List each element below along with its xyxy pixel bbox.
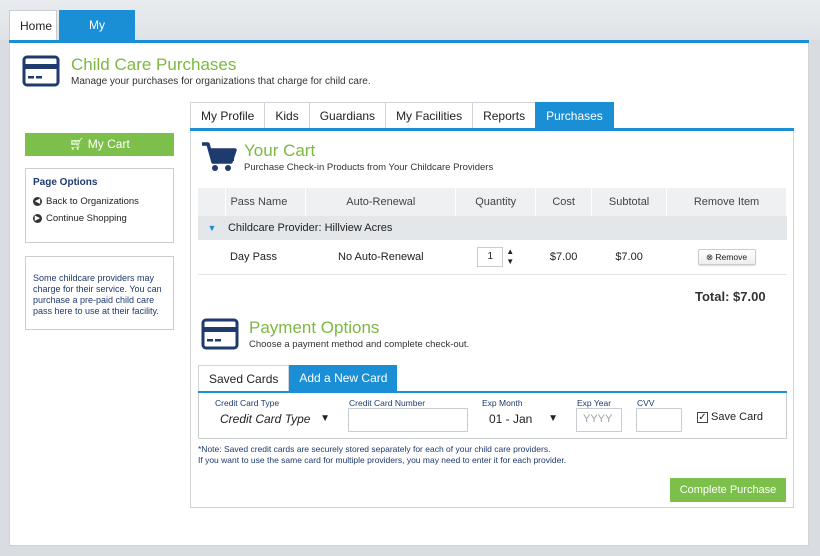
arrow-right-icon: ▶ (33, 214, 42, 223)
option-label: Back to Organizations (46, 196, 139, 207)
payment-subtitle: Choose a payment method and complete che… (249, 339, 470, 350)
cvv-input[interactable] (636, 408, 682, 432)
subtotal: $7.00 (591, 240, 667, 275)
cart-title: Your Cart (244, 141, 316, 160)
column-header: Quantity (455, 188, 537, 216)
column-header: Pass Name (225, 188, 307, 216)
payment-title: Payment Options (249, 318, 380, 337)
exp-month-select[interactable]: 01 - Jan ▼ (482, 408, 564, 432)
tab-my-account[interactable]: My Account (59, 10, 135, 62)
dropdown-arrow-icon: ▼ (320, 413, 330, 424)
info-box: Some childcare providers may charge for … (25, 256, 174, 330)
tab-add-new-card[interactable]: Add a New Card (289, 365, 398, 392)
card-type-value: Credit Card Type (220, 412, 311, 426)
exp-year-placeholder: YYYY (583, 413, 613, 425)
credit-card-icon (201, 318, 239, 350)
tab-kids[interactable]: Kids (264, 102, 309, 129)
quantity-stepper[interactable]: 1 ▲ ▼ (477, 246, 514, 267)
option-label: Continue Shopping (46, 213, 127, 224)
card-number-label: Credit Card Number (349, 398, 426, 408)
note-line-2: If you want to use the same card for mul… (198, 454, 567, 465)
tab-purchases[interactable]: Purchases (535, 102, 614, 129)
save-card-label: Save Card (711, 411, 763, 423)
top-navigation: Home My Account (0, 0, 820, 62)
cost: $7.00 (535, 240, 592, 275)
account-subtabs: My Profile Kids Guardians My Facilities … (190, 102, 614, 129)
exp-year-label: Exp Year (577, 398, 612, 408)
expand-caret-icon[interactable]: ▼ (198, 216, 226, 240)
header-spacer (198, 188, 227, 216)
provider-row[interactable]: ▼ Childcare Provider: Hillview Acres (198, 216, 787, 240)
exp-year-input[interactable]: YYYY (576, 408, 622, 432)
table-header-row: Pass Name Auto-Renewal Quantity Cost Sub… (198, 188, 787, 216)
payment-tabs: Saved Cards Add a New Card (198, 365, 398, 392)
auto-renewal: No Auto-Renewal (305, 240, 456, 275)
table-row: Day Pass No Auto-Renewal 1 ▲ ▼ $7.00 $7.0… (198, 240, 787, 275)
quantity-input[interactable]: 1 (477, 246, 504, 267)
dropdown-arrow-icon: ▼ (548, 413, 558, 424)
save-card-checkbox[interactable]: ✓ Save Card (697, 411, 763, 423)
arrow-left-icon: ◀ (33, 197, 42, 206)
pass-name: Day Pass (225, 240, 306, 275)
continue-shopping-link[interactable]: ▶ Continue Shopping (33, 213, 166, 224)
tab-home[interactable]: Home (9, 10, 57, 40)
remove-button[interactable]: ⊗ Remove (697, 248, 756, 265)
exp-month-value: 01 - Jan (489, 412, 533, 426)
tab-my-facilities[interactable]: My Facilities (385, 102, 473, 129)
remove-icon: ⊗ (705, 251, 716, 262)
card-number-input[interactable] (348, 408, 468, 432)
column-header: Remove Item (666, 188, 787, 216)
page-subtitle: Manage your purchases for organizations … (71, 76, 371, 87)
cart-icon: 🛒︎ (69, 137, 88, 151)
page-title: Child Care Purchases (71, 55, 237, 74)
row-spacer (198, 240, 226, 275)
cart-subtitle: Purchase Check-in Products from Your Chi… (244, 162, 494, 173)
remove-label: Remove (715, 251, 748, 262)
tab-guardians[interactable]: Guardians (308, 102, 386, 129)
my-cart-button[interactable]: 🛒︎ My Cart (25, 133, 174, 156)
column-header: Subtotal (591, 188, 668, 216)
cvv-label: CVV (637, 398, 655, 408)
provider-name: Childcare Provider: Hillview Acres (225, 216, 787, 240)
tab-my-profile[interactable]: My Profile (190, 102, 265, 129)
page-options-title: Page Options (33, 177, 98, 188)
exp-month-label: Exp Month (482, 398, 523, 408)
shopping-cart-icon (202, 142, 237, 171)
note-line-1: *Note: Saved credit cards are securely s… (198, 444, 551, 454)
complete-purchase-button[interactable]: Complete Purchase (670, 478, 786, 502)
saved-cards-note: *Note: Saved credit cards are securely s… (198, 444, 566, 465)
checkbox-checked-icon[interactable]: ✓ (697, 411, 708, 423)
tab-saved-cards[interactable]: Saved Cards (198, 365, 290, 392)
column-header: Auto-Renewal (305, 188, 457, 216)
tab-reports[interactable]: Reports (472, 102, 536, 129)
my-cart-label: My Cart (87, 137, 130, 151)
card-type-select[interactable]: Credit Card Type ▼ (214, 408, 338, 432)
info-text: Some childcare providers may charge for … (33, 273, 162, 316)
card-type-label: Credit Card Type (215, 398, 280, 408)
credit-card-icon (22, 55, 60, 87)
back-to-organizations-link[interactable]: ◀ Back to Organizations (33, 196, 166, 207)
stepper-arrows-icon[interactable]: ▲ ▼ (506, 247, 514, 267)
cart-table: Pass Name Auto-Renewal Quantity Cost Sub… (198, 188, 787, 275)
cart-total: Total: $7.00 (695, 289, 766, 304)
column-header: Cost (535, 188, 593, 216)
page-options-box: Page Options ◀ Back to Organizations ▶ C… (25, 168, 174, 243)
